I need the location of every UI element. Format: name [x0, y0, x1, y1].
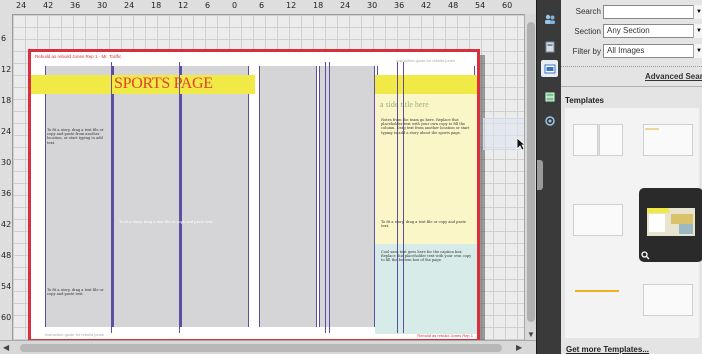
folio-top-right: Instruction guide for rebuild jones — [396, 58, 455, 63]
section-select[interactable]: Any Section — [603, 24, 699, 38]
ruler-number: 12 — [1, 65, 12, 74]
ruler-number: 42 — [421, 1, 432, 10]
text-frame[interactable]: To fit a story, drag a text file or copy… — [47, 288, 109, 314]
ruler-number: 12 — [286, 1, 297, 10]
scroll-left-arrow-icon[interactable]: ◀ — [3, 343, 9, 352]
image-icon[interactable] — [541, 60, 558, 77]
advanced-search-link[interactable]: Advanced Search — [645, 72, 702, 81]
search-input[interactable] — [603, 5, 699, 19]
section-select-value: Any Section — [607, 26, 650, 35]
divider — [561, 86, 702, 87]
templates-gallery — [565, 108, 702, 338]
compass-icon[interactable] — [541, 112, 558, 129]
ruler-number: 60 — [502, 1, 513, 10]
zoom-magnifier-icon[interactable] — [641, 251, 650, 260]
ruler-number: 18 — [313, 1, 324, 10]
ruler-number: 30 — [1, 158, 12, 167]
ruler-number: 36 — [394, 1, 405, 10]
page-headline[interactable]: SPORTS PAGE — [114, 75, 213, 93]
horizontal-scrollbar[interactable]: ◀ ▶ — [0, 340, 536, 354]
section-dropdown-icon[interactable]: ▼ — [693, 24, 702, 38]
get-more-templates-link[interactable]: Get more Templates... — [566, 345, 649, 354]
guide-line — [179, 62, 180, 333]
folio-top-left: Rebuild as rebuild Jones Rep 1 · Mr. Tra… — [35, 54, 122, 59]
ruler-number: 60 — [1, 313, 12, 322]
vertical-scrollbar[interactable]: ▼ — [524, 14, 536, 340]
ruler-number: 24 — [340, 1, 351, 10]
folio-bottom-right: Rebuild as rebuild Jones Rep 1 — [417, 333, 473, 338]
filter-label: Filter by — [572, 47, 601, 56]
template-thumbnail[interactable] — [571, 198, 623, 238]
ruler-number: 48 — [1, 251, 12, 260]
search-dropdown-icon[interactable]: ▼ — [693, 5, 702, 19]
folio-bottom-left: Instruction guide for rebuild jones — [45, 332, 104, 337]
column-frame[interactable] — [259, 66, 317, 327]
ruler-number: 30 — [367, 1, 378, 10]
ruler-number: 12 — [178, 1, 189, 10]
text-frame[interactable]: To fit a story, drag a text file or copy… — [119, 220, 241, 226]
ruler-number: 24 — [16, 1, 27, 10]
filter-select-value: All Images — [607, 46, 645, 55]
guide-line — [111, 62, 112, 333]
ruler-number: 36 — [1, 189, 12, 198]
template-thumbnail[interactable] — [641, 118, 693, 158]
guide-line — [325, 62, 326, 333]
vertical-ruler: 6 12 18 24 30 36 42 48 54 60 — [0, 14, 13, 340]
content-panel: Search ▼ Section Any Section ▼ Filter by… — [561, 0, 702, 354]
layout-canvas[interactable]: 24 42 36 30 24 18 12 6 0 6 12 18 24 30 36 42 48 54 60 6 12 1… — [0, 0, 536, 354]
ruler-number: 54 — [475, 1, 486, 10]
ruler-number: 18 — [1, 96, 12, 105]
filter-select[interactable]: All Images — [603, 44, 699, 58]
section-label: Section — [574, 27, 601, 36]
column-frame[interactable] — [319, 66, 375, 327]
template-thumbnail[interactable] — [571, 118, 623, 158]
headline-banner-right[interactable] — [375, 75, 477, 94]
column-frame[interactable] — [181, 66, 249, 327]
page-icon[interactable] — [541, 38, 558, 55]
ruler-number: 24 — [1, 127, 12, 136]
template-thumbnail[interactable] — [641, 278, 693, 318]
scroll-down-arrow-icon[interactable]: ▼ — [527, 330, 535, 339]
ruler-number: 6 — [205, 1, 211, 10]
template-thumbnail-selected[interactable] — [639, 188, 702, 262]
text-frame[interactable]: To fit a story, drag a text file or copy… — [47, 128, 109, 154]
text-frame[interactable]: Notes from the team go here. Replace thi… — [381, 118, 475, 180]
ruler-number: 0 — [232, 1, 238, 10]
ruler-number: 6 — [1, 34, 7, 43]
horizontal-scroll-thumb[interactable] — [20, 344, 502, 352]
ruler-number: 36 — [70, 1, 81, 10]
page-spread[interactable]: Rebuild as rebuild Jones Rep 1 · Mr. Tra… — [28, 49, 480, 342]
ruler-number: 6 — [259, 1, 265, 10]
ruler-number: 18 — [151, 1, 162, 10]
scroll-right-arrow-icon[interactable]: ▶ — [516, 343, 522, 352]
ruler-number: 54 — [1, 282, 12, 291]
text-frame[interactable]: To fit a story, drag a text file or copy… — [381, 220, 475, 236]
guide-line — [329, 62, 330, 333]
ruler-number: 24 — [124, 1, 135, 10]
box-icon[interactable] — [541, 88, 558, 105]
ruler-number: 48 — [448, 1, 459, 10]
search-label: Search — [575, 7, 601, 16]
text-frame[interactable]: Cool sans text goes here for the caption… — [381, 250, 475, 308]
template-thumbnail[interactable] — [571, 276, 623, 316]
column-frame[interactable] — [113, 66, 181, 327]
vertical-scroll-thumb[interactable] — [527, 22, 535, 322]
ruler-number: 42 — [1, 220, 12, 229]
people-icon[interactable] — [541, 10, 558, 27]
ruler-number: 42 — [43, 1, 54, 10]
horizontal-ruler: 24 42 36 30 24 18 12 6 0 6 12 18 24 30 36 42 48 54 60 — [0, 0, 536, 15]
story-heading[interactable]: a side title here — [380, 100, 429, 109]
pasteboard[interactable]: Rebuild as rebuild Jones Rep 1 · Mr. Tra… — [13, 15, 526, 348]
divider — [561, 66, 702, 68]
panel-collapse-handle[interactable] — [537, 160, 543, 190]
ruler-number: 30 — [97, 1, 108, 10]
templates-heading: Templates — [565, 96, 604, 105]
filter-dropdown-icon[interactable]: ▼ — [693, 44, 702, 58]
